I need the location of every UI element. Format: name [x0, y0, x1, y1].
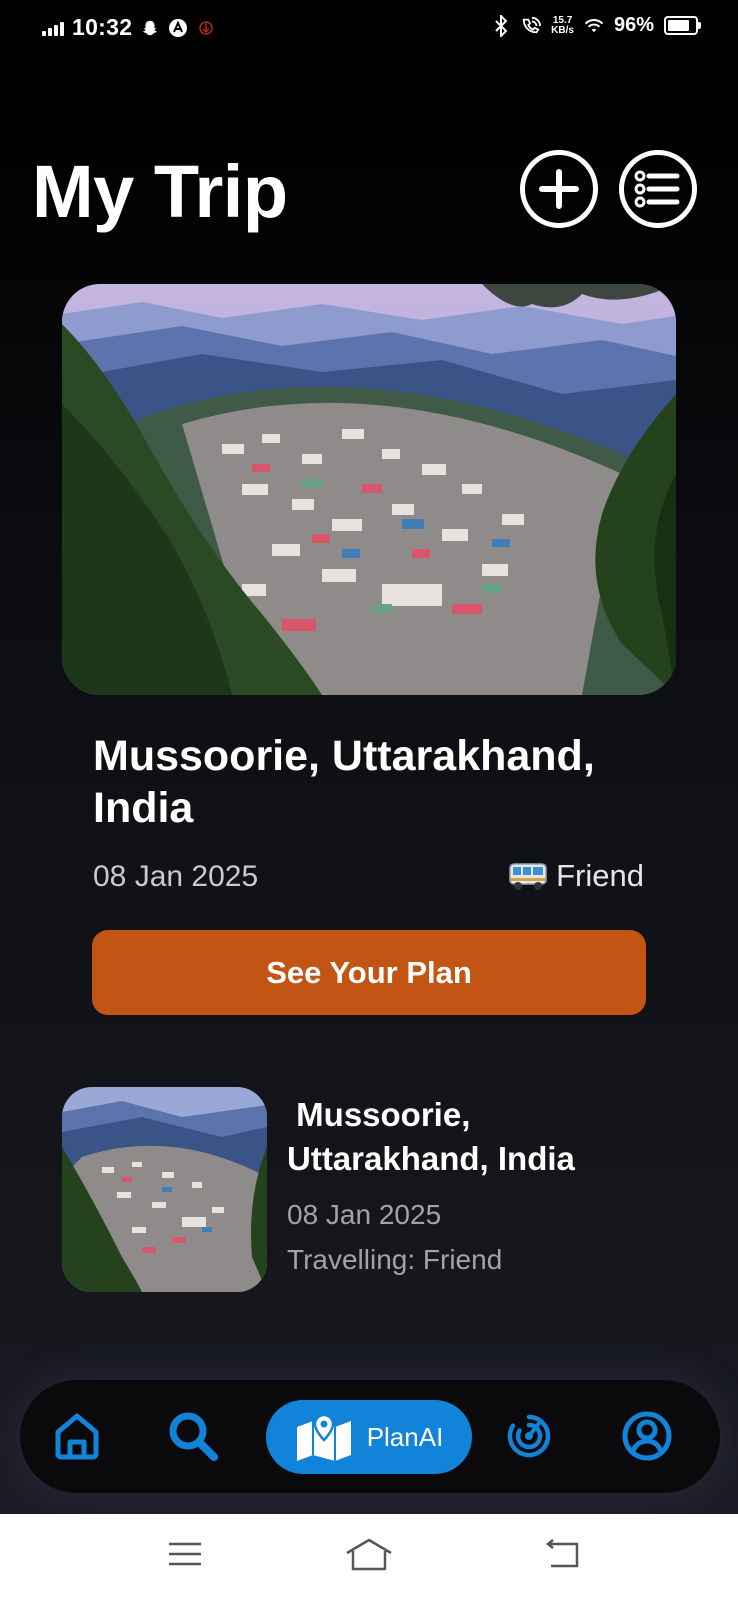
home-system-button[interactable]	[345, 1534, 393, 1574]
net-speed: 15.7 KB/s	[551, 14, 574, 36]
plus-circle-icon	[539, 169, 579, 209]
home-icon	[55, 1413, 99, 1460]
home-outline-icon	[346, 1538, 392, 1571]
page-title: My Trip	[32, 150, 288, 233]
list-item[interactable]: Mussoorie, Uttarakhand, India 08 Jan 202…	[62, 1087, 682, 1297]
back-button[interactable]	[538, 1534, 586, 1574]
radar-icon	[507, 1414, 551, 1458]
trip-destination: Mussoorie, Uttarakhand, India	[93, 732, 595, 832]
profile-icon	[622, 1411, 672, 1461]
bus-icon	[509, 863, 547, 890]
add-trip-button[interactable]	[520, 150, 598, 228]
list-item-date: 08 Jan 2025	[287, 1199, 442, 1230]
trip-hero-image[interactable]	[62, 284, 676, 695]
nav-radar-button[interactable]	[498, 1405, 560, 1467]
app-a-icon	[168, 18, 188, 38]
trip-thumbnail	[62, 1087, 267, 1292]
trip-companion: Friend	[508, 858, 644, 894]
trip-companion-label: Friend	[556, 858, 644, 893]
system-nav-bar	[0, 1514, 738, 1600]
bottom-nav: PlanAI	[20, 1380, 720, 1493]
nav-profile-button[interactable]	[616, 1405, 678, 1467]
list-item-travelling: Travelling: Friend	[287, 1244, 503, 1275]
trip-date: 08 Jan 2025	[93, 860, 259, 893]
signal-icon	[42, 20, 64, 36]
nav-home-button[interactable]	[46, 1405, 108, 1467]
nav-planai-button[interactable]: PlanAI	[266, 1400, 472, 1474]
nav-planai-label: PlanAI	[366, 1421, 444, 1452]
bluetooth-icon	[491, 14, 511, 37]
status-bar: 10:32 15.7 KB/s 96%	[0, 0, 738, 60]
map-pin-icon	[296, 1413, 351, 1461]
back-icon	[545, 1539, 579, 1568]
trip-list-button[interactable]	[619, 150, 697, 228]
snapchat-icon	[140, 18, 160, 38]
battery-icon	[664, 16, 701, 35]
nav-search-button[interactable]	[162, 1405, 224, 1467]
notification-icon	[196, 18, 216, 38]
menu-icon	[169, 1542, 201, 1566]
search-icon	[169, 1412, 218, 1461]
list-item-destination: Mussoorie, Uttarakhand, India	[287, 1096, 575, 1177]
see-your-plan-button[interactable]: See Your Plan	[92, 930, 646, 1015]
net-speed-unit: KB/s	[551, 24, 574, 36]
battery-percent: 96%	[613, 14, 654, 36]
net-speed-value: 15.7	[552, 14, 573, 26]
status-time: 10:32	[72, 14, 133, 40]
recent-apps-button[interactable]	[161, 1534, 209, 1574]
list-icon	[634, 170, 680, 208]
wifi-icon	[584, 16, 604, 36]
wifi-calling-icon	[521, 16, 542, 36]
